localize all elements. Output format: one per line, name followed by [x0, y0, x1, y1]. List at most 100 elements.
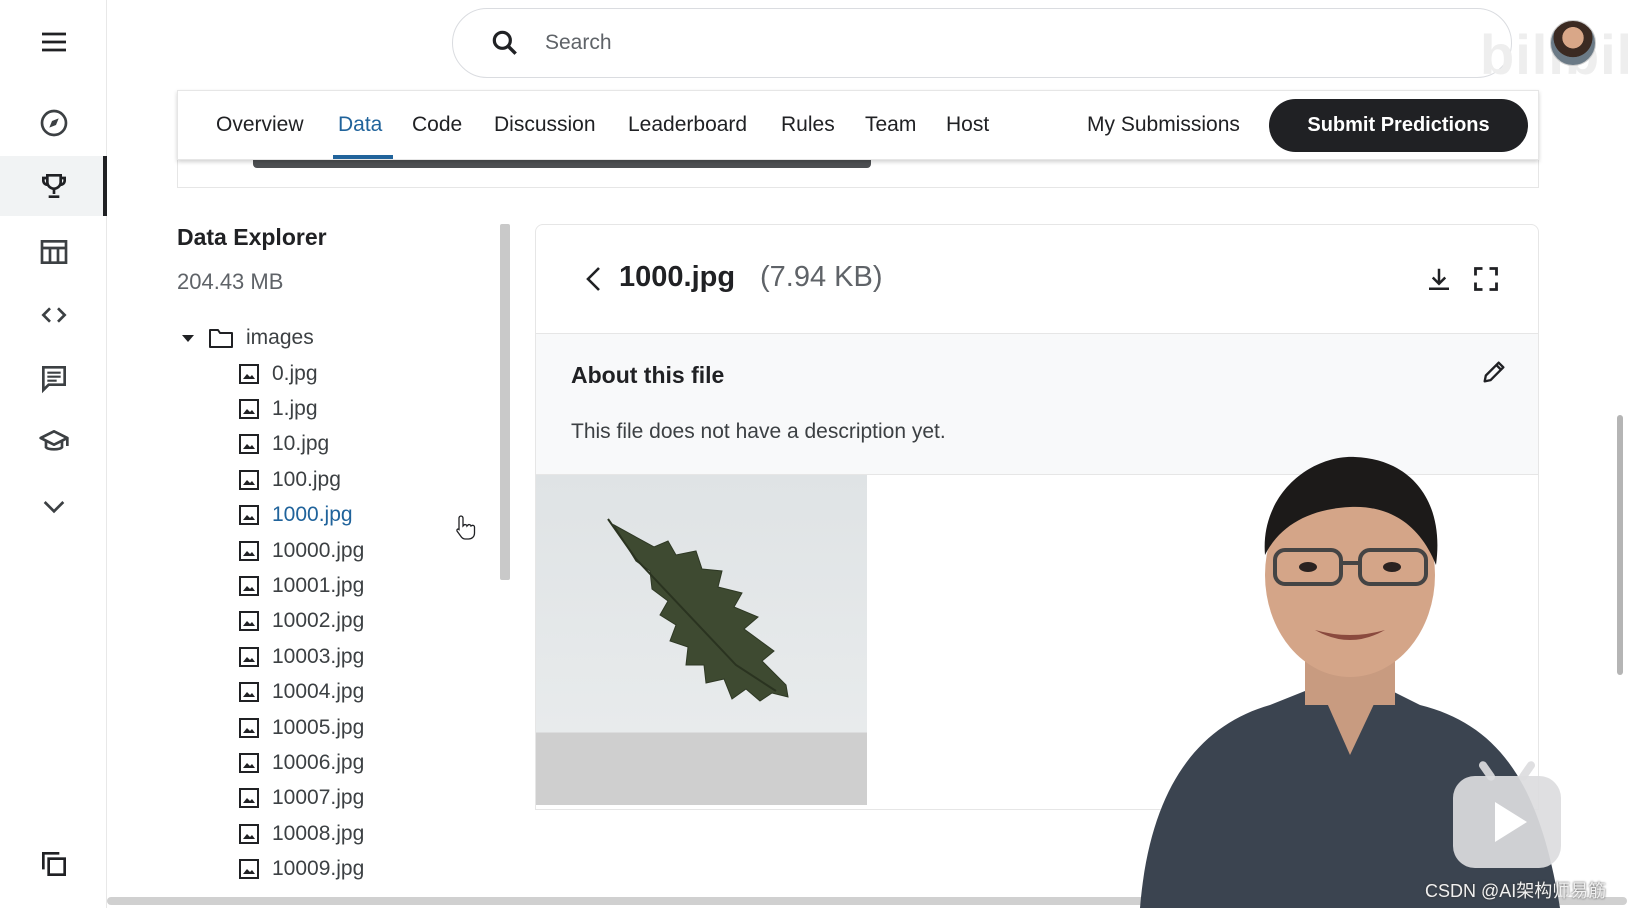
- school-icon: [38, 430, 69, 451]
- image-file-icon: [239, 752, 259, 773]
- folder-label: images: [246, 326, 314, 349]
- competition-tab-bar: Overview Data Code Discussion Leaderboar…: [177, 90, 1539, 160]
- copy-icon: [41, 852, 66, 876]
- tab-host[interactable]: Host: [946, 113, 989, 137]
- submit-predictions-button[interactable]: Submit Predictions: [1269, 99, 1528, 152]
- file-tree-item[interactable]: 10004.jpg: [238, 675, 364, 710]
- search-icon: [492, 30, 517, 55]
- caret-down-icon[interactable]: [182, 334, 194, 342]
- file-tree-item-label: 10002.jpg: [272, 609, 365, 633]
- image-file-icon: [239, 646, 259, 667]
- file-name-title: 1000.jpg: [619, 261, 736, 293]
- tab-team[interactable]: Team: [865, 113, 916, 137]
- file-tree-item[interactable]: 10006.jpg: [238, 745, 364, 780]
- file-tree-item-label: 10005.jpg: [272, 715, 365, 739]
- nav-explore[interactable]: [0, 93, 107, 153]
- file-tree-item[interactable]: 10.jpg: [238, 427, 364, 462]
- file-tree-item-label: 0.jpg: [272, 361, 318, 385]
- file-tree-item-label: 1.jpg: [272, 397, 318, 421]
- image-file-icon: [239, 717, 259, 738]
- avatar[interactable]: [1550, 20, 1596, 66]
- file-tree-item[interactable]: 1000.jpg: [238, 498, 364, 533]
- nav-code[interactable]: [0, 285, 107, 345]
- file-tree-item[interactable]: 10002.jpg: [238, 604, 364, 639]
- tab-rules[interactable]: Rules: [781, 113, 835, 137]
- data-explorer-title: Data Explorer: [177, 224, 327, 250]
- comment-icon: [41, 366, 66, 394]
- leaf-image: [607, 518, 789, 702]
- file-tree-item-label: 10.jpg: [272, 432, 330, 456]
- file-tree-item-label: 10007.jpg: [272, 786, 365, 810]
- nav-learn[interactable]: [0, 412, 107, 472]
- image-file-icon: [239, 576, 259, 597]
- nav-competitions[interactable]: [0, 156, 107, 216]
- image-file-icon: [239, 788, 259, 809]
- nav-more[interactable]: [0, 476, 107, 536]
- tab-data[interactable]: Data: [338, 113, 382, 137]
- menu-button[interactable]: [0, 12, 107, 72]
- image-file-icon: [239, 434, 259, 455]
- search-input[interactable]: Search: [545, 31, 612, 55]
- data-explorer-size: 204.43 MB: [177, 269, 284, 294]
- file-tree-item-label: 10003.jpg: [272, 644, 365, 668]
- file-description: This file does not have a description ye…: [571, 420, 946, 443]
- tab-leaderboard[interactable]: Leaderboard: [628, 113, 747, 137]
- search-bar[interactable]: Search: [452, 8, 1512, 78]
- chevron-down-icon: [43, 501, 64, 514]
- image-file-icon: [239, 363, 259, 384]
- image-file-icon: [239, 823, 259, 844]
- tab-overview[interactable]: Overview: [216, 113, 304, 137]
- file-tree-item[interactable]: 10000.jpg: [238, 533, 364, 568]
- file-tree-item-label: 10008.jpg: [272, 821, 365, 845]
- code-icon: [40, 307, 67, 323]
- file-tree-item-label: 10009.jpg: [272, 857, 365, 881]
- download-icon[interactable]: [1424, 265, 1454, 295]
- fullscreen-icon[interactable]: [1472, 265, 1500, 293]
- folder-images[interactable]: images: [182, 326, 314, 350]
- collapsed-header-strip: [177, 160, 1539, 188]
- file-tree-list: 0.jpg 1.jpg 10.jpg 100.jpg 1000.jpg 10000.jpg…: [238, 356, 364, 887]
- file-tree-item[interactable]: 0.jpg: [238, 356, 364, 391]
- file-size-label: (7.94 KB): [760, 261, 883, 293]
- image-file-icon: [239, 469, 259, 490]
- bilibili-play-icon: [1453, 776, 1561, 868]
- image-file-icon: [239, 859, 259, 880]
- file-tree-item-label: 10006.jpg: [272, 750, 365, 774]
- file-tree-item[interactable]: 10008.jpg: [238, 816, 364, 851]
- csdn-credit-text: CSDN @AI架构师易筋: [1425, 881, 1607, 901]
- trophy-icon: [41, 174, 66, 198]
- hand-cursor-icon: [456, 515, 476, 540]
- file-tree-item[interactable]: 100.jpg: [238, 462, 364, 497]
- nav-datasets[interactable]: [0, 222, 107, 282]
- explorer-scrollbar[interactable]: [500, 224, 510, 580]
- nav-recently-viewed[interactable]: [0, 834, 107, 894]
- tab-discussion[interactable]: Discussion: [494, 113, 596, 137]
- image-file-icon: [239, 505, 259, 526]
- file-tree-item-label: 10004.jpg: [272, 680, 365, 704]
- page-scrollbar[interactable]: [1617, 415, 1623, 675]
- about-file-title: About this file: [571, 362, 725, 388]
- file-tree-item[interactable]: 10007.jpg: [238, 781, 364, 816]
- edit-pencil-icon[interactable]: [1480, 358, 1508, 386]
- file-tree-item[interactable]: 10009.jpg: [238, 851, 364, 886]
- my-submissions-link[interactable]: My Submissions: [1087, 113, 1240, 137]
- file-tree-item[interactable]: 1.jpg: [238, 391, 364, 426]
- file-tree-item[interactable]: 10003.jpg: [238, 639, 364, 674]
- table-icon: [40, 240, 67, 264]
- image-file-icon: [239, 540, 259, 561]
- file-tree-item[interactable]: 10001.jpg: [238, 568, 364, 603]
- compass-icon: [40, 109, 67, 137]
- nav-discussions[interactable]: [0, 348, 107, 408]
- back-arrow-icon[interactable]: [580, 263, 608, 295]
- image-preview: [536, 475, 867, 805]
- folder-icon: [209, 329, 233, 348]
- file-tree-item-label: 100.jpg: [272, 467, 341, 491]
- image-file-icon: [239, 399, 259, 420]
- menu-icon: [41, 32, 66, 52]
- image-file-icon: [239, 682, 259, 703]
- file-tree-item-label: 10001.jpg: [272, 574, 365, 598]
- image-file-icon: [239, 611, 259, 632]
- tab-code[interactable]: Code: [412, 113, 462, 137]
- file-tree-item[interactable]: 10005.jpg: [238, 710, 364, 745]
- about-file-section: About this file This file does not have …: [536, 333, 1538, 475]
